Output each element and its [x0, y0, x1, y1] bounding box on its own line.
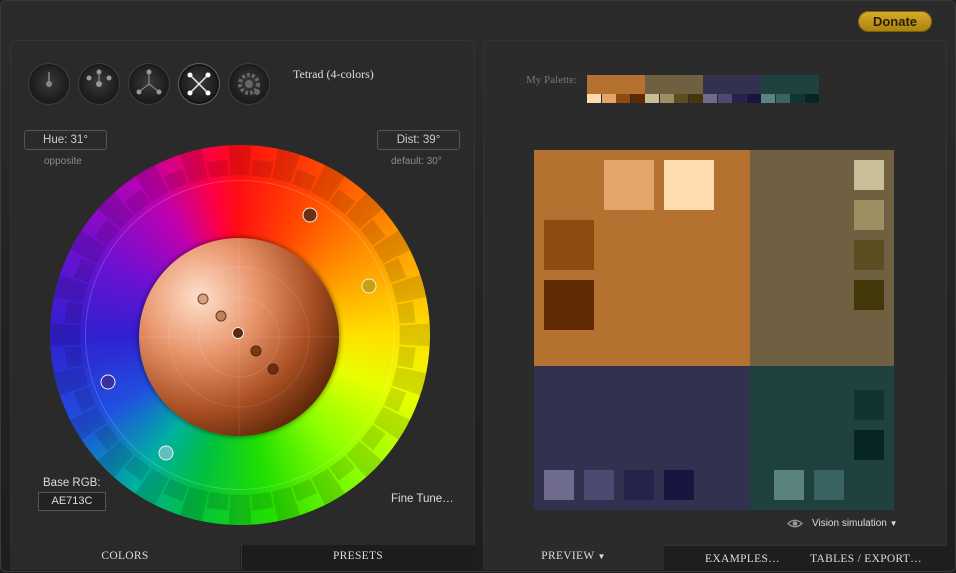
palette-group[interactable]	[703, 75, 761, 103]
palette-shade-swatch[interactable]	[732, 94, 746, 103]
wheel-tick	[383, 258, 407, 283]
palette-shade-swatch[interactable]	[616, 94, 630, 103]
palette-shade-swatch[interactable]	[645, 94, 659, 103]
wheel-tick	[206, 492, 229, 511]
preview-swatch	[854, 160, 884, 190]
preview-swatch	[854, 430, 884, 460]
chevron-down-icon: ▼	[597, 552, 606, 561]
wheel-tick	[346, 192, 383, 229]
preview-swatch	[624, 470, 654, 500]
wheel-tick	[397, 346, 416, 369]
palette-group[interactable]	[645, 75, 703, 103]
wheel-tick	[346, 441, 383, 478]
base-rgb-label: Base RGB:	[43, 477, 101, 489]
palette-shade-swatch[interactable]	[659, 94, 674, 103]
vision-simulation-dropdown[interactable]: Vision simulation ▼	[812, 518, 898, 529]
palette-shade-swatch[interactable]	[703, 94, 717, 103]
palette-group[interactable]	[587, 75, 645, 103]
wheel-tick	[206, 159, 229, 178]
palette-shade-swatch[interactable]	[674, 94, 688, 103]
preview-swatch	[854, 280, 884, 310]
tab-examples[interactable]: EXAMPLES…	[685, 548, 800, 573]
preview-swatch	[664, 470, 694, 500]
base-shade-handle[interactable]	[232, 327, 244, 339]
wheel-tick	[383, 387, 407, 412]
shade-handle[interactable]	[267, 363, 279, 375]
preview-swatch	[854, 390, 884, 420]
analogic-scheme-icon[interactable]	[231, 66, 267, 102]
wheel-tick	[399, 323, 430, 347]
palette-shade-swatch[interactable]	[587, 94, 601, 103]
wheel-tick	[251, 492, 274, 511]
palette-shade-swatch[interactable]	[804, 94, 819, 103]
mono-scheme-icon[interactable]	[31, 66, 67, 102]
tab-tables-export[interactable]: TABLES / EXPORT…	[806, 548, 926, 573]
preview-swatch	[854, 240, 884, 270]
wheel-tick	[251, 159, 274, 178]
palette-main-swatch[interactable]	[587, 75, 645, 94]
wheel-tick	[97, 192, 134, 229]
palette-shade-swatch[interactable]	[601, 94, 616, 103]
tetrad-scheme-icon[interactable]	[181, 66, 217, 102]
palette-main-swatch[interactable]	[761, 75, 819, 94]
palette-main-swatch[interactable]	[703, 75, 761, 94]
palette-shade-swatch[interactable]	[761, 94, 775, 103]
fine-tune-link[interactable]: Fine Tune…	[391, 493, 454, 505]
hue-handle-1[interactable]	[302, 207, 318, 223]
wheel-tick	[97, 441, 134, 478]
wheel-tick	[50, 323, 81, 347]
donate-button[interactable]: Donate	[858, 11, 932, 32]
my-palette-label: My Palette:	[526, 74, 578, 86]
palette-group[interactable]	[761, 75, 819, 103]
triad-scheme-icon[interactable]	[131, 66, 167, 102]
color-preview	[534, 150, 894, 510]
base-rgb-input[interactable]: AE713C	[38, 492, 106, 511]
scheme-name: Tetrad (4-colors)	[293, 67, 374, 81]
tab-colors[interactable]: COLORS	[10, 545, 240, 570]
preview-swatch	[664, 160, 714, 210]
preview-swatch	[814, 470, 844, 500]
preview-swatch	[584, 470, 614, 500]
palette-shade-swatch[interactable]	[775, 94, 790, 103]
wheel-tick	[64, 346, 83, 369]
preview-swatch	[544, 470, 574, 500]
preview-swatch	[854, 200, 884, 230]
wheel-tick	[163, 168, 188, 192]
shade-handle[interactable]	[215, 310, 227, 322]
shade-handle[interactable]	[197, 293, 209, 305]
wheel-tick	[163, 478, 188, 502]
eye-icon	[787, 519, 803, 528]
tab-presets[interactable]: PRESETS	[241, 545, 474, 570]
palette-shade-swatch[interactable]	[630, 94, 645, 103]
tab-preview[interactable]: PREVIEW ▼	[483, 545, 664, 570]
preview-swatch	[604, 160, 654, 210]
wheel-tick	[64, 301, 83, 324]
wheel-tick	[228, 145, 252, 176]
wheel-tick	[397, 301, 416, 324]
shade-handle[interactable]	[250, 345, 262, 357]
preview-swatch	[544, 280, 594, 330]
hue-handle-3[interactable]	[100, 374, 116, 390]
preview-swatch	[544, 220, 594, 270]
wheel-tick	[292, 168, 317, 192]
preview-swatch	[774, 470, 804, 500]
palette-main-swatch[interactable]	[645, 75, 703, 94]
hue-handle-2[interactable]	[361, 278, 377, 294]
wheel-tick	[73, 387, 97, 412]
hue-handle-4[interactable]	[158, 445, 174, 461]
palette-shade-swatch[interactable]	[688, 94, 703, 103]
chevron-down-icon: ▼	[889, 519, 898, 528]
palette-shade-swatch[interactable]	[717, 94, 732, 103]
wheel-tick	[73, 258, 97, 283]
palette-shade-swatch[interactable]	[790, 94, 804, 103]
wheel-tick	[228, 494, 252, 525]
wheel-tick	[292, 478, 317, 502]
palette-shade-swatch[interactable]	[746, 94, 761, 103]
complement-scheme-icon[interactable]	[81, 66, 117, 102]
